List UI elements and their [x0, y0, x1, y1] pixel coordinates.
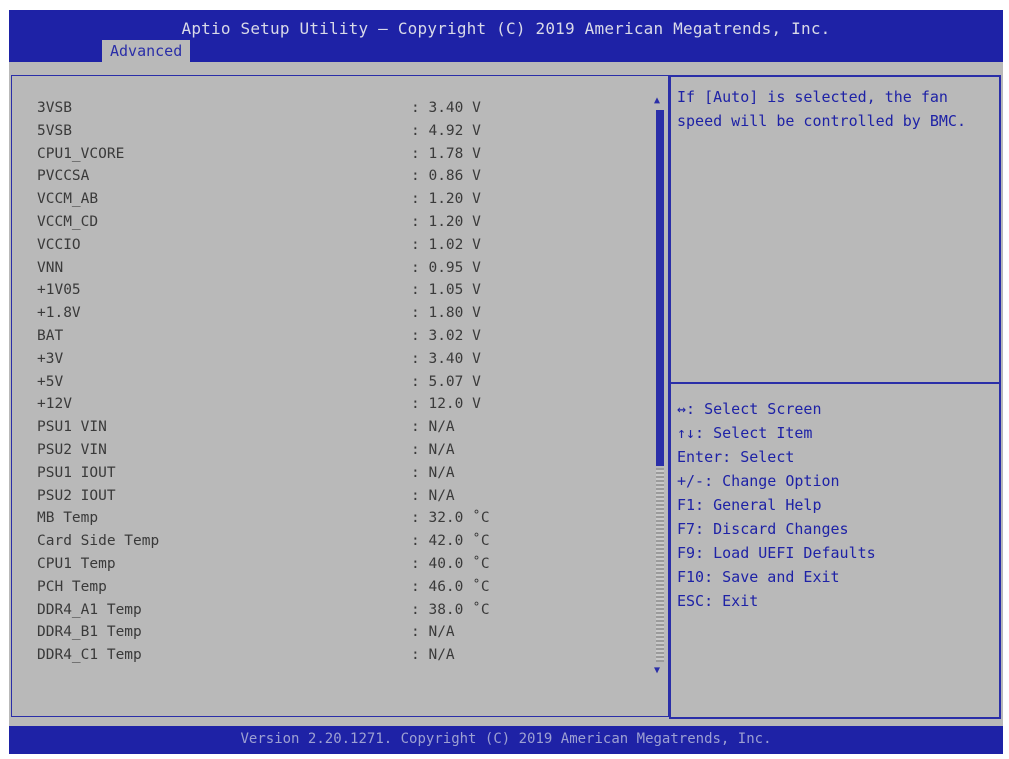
sensor-value: : 5.07 V [411, 373, 481, 390]
sensor-value: : 32.0 ˚C [411, 510, 490, 527]
app-title: Aptio Setup Utility – Copyright (C) 2019… [181, 19, 831, 38]
sensor-label: PSU2 VIN [37, 442, 107, 458]
key-esc-exit: ESC: Exit [677, 592, 759, 610]
sensor-label: VCCIO [37, 236, 81, 253]
scroll-track-remaining[interactable] [656, 468, 664, 662]
sensor-value: : 0.95 V [411, 259, 481, 276]
sensor-label: PSU2 IOUT [37, 487, 116, 504]
sensor-label: CPU1_VCORE [37, 145, 125, 162]
sensor-value: : 1.80 V [411, 305, 481, 322]
sensor-value: : 1.02 V [411, 236, 481, 253]
key-legend: ↔: Select Screen ↑↓: Select Item Enter: … [677, 397, 987, 613]
help-divider [671, 382, 999, 384]
key-load-defaults: F9: Load UEFI Defaults [677, 544, 876, 562]
sensor-label: VNN [37, 259, 64, 276]
sensor-value: : 1.78 V [411, 145, 481, 162]
sensor-value: : 46.0 ˚C [411, 578, 490, 595]
footer-bar: Version 2.20.1271. Copyright (C) 2019 Am… [9, 726, 1003, 754]
sensor-value: : 12.0 V [411, 396, 481, 413]
sensor-label: DDR4_C1 Temp [37, 647, 142, 664]
sensor-label: CPU1 Temp [37, 556, 116, 572]
sensor-value: : 0.86 V [411, 168, 481, 185]
key-discard-changes: F7: Discard Changes [677, 520, 849, 538]
scroll-up-arrow-icon[interactable]: ▲ [654, 96, 660, 106]
sensor-label: VCCM_CD [37, 214, 99, 230]
key-select-screen: ↔: Select Screen [677, 400, 822, 418]
sensor-label: +1V05 [37, 282, 81, 299]
sensor-value: : 42.0 ˚C [411, 533, 490, 550]
sensor-value: : 3.02 V [411, 328, 481, 344]
sensor-label: +1.8V [37, 305, 81, 322]
sensor-value: : 3.40 V [411, 350, 481, 367]
sensor-label: MB Temp [37, 510, 99, 527]
scroll-thumb[interactable] [656, 110, 664, 466]
key-save-exit: F10: Save and Exit [677, 568, 840, 586]
key-enter-select: Enter: Select [677, 448, 795, 466]
sensor-label: DDR4_B1 Temp [37, 624, 142, 641]
sensor-label: +3V [37, 350, 64, 367]
sensor-label: DDR4_A1 Temp [37, 601, 142, 618]
sensor-value: : N/A [411, 464, 455, 481]
version-text: Version 2.20.1271. Copyright (C) 2019 Am… [240, 731, 772, 747]
sensor-value: : N/A [411, 442, 455, 458]
sensor-value: : 1.20 V [411, 191, 481, 208]
sensor-value: : N/A [411, 647, 455, 664]
help-panel: If [Auto] is selected, the fan speed wil… [669, 75, 1001, 719]
sensor-value: : N/A [411, 419, 455, 436]
key-general-help: F1: General Help [677, 496, 822, 514]
sensor-label: 3VSB [37, 100, 72, 116]
title-bar: Aptio Setup Utility – Copyright (C) 2019… [9, 10, 1003, 62]
sensor-label: PSU1 VIN [37, 419, 107, 436]
sensor-value: : 4.92 V [411, 122, 481, 139]
sensor-value: : 3.40 V [411, 100, 481, 116]
hardware-monitor-list: 3VSB : 3.40 V 5VSB : 4.92 V CPU1_VCORE : 1.78… [11, 75, 669, 717]
sensor-label: PSU1 IOUT [37, 464, 116, 481]
main-area: 3VSB : 3.40 V 5VSB : 4.92 V CPU1_VCORE : 1.78… [9, 62, 1003, 726]
tab-advanced[interactable]: Advanced [102, 40, 191, 62]
sensor-value: : N/A [411, 487, 455, 504]
sensor-value: : 38.0 ˚C [411, 601, 490, 618]
sensor-label: 5VSB [37, 122, 72, 139]
sensor-label: BAT [37, 328, 64, 344]
scroll-down-arrow-icon[interactable]: ▼ [654, 666, 660, 676]
sensor-label: +12V [37, 396, 72, 413]
sensor-label: PVCCSA [37, 168, 90, 185]
help-text: If [Auto] is selected, the fan speed wil… [677, 88, 966, 130]
sensor-label: VCCM_AB [37, 191, 99, 208]
sensor-value: : 1.05 V [411, 282, 481, 299]
sensor-label: PCH Temp [37, 578, 107, 595]
key-change-option: +/-: Change Option [677, 472, 840, 490]
sensor-value: : N/A [411, 624, 455, 641]
sensor-value: : 40.0 ˚C [411, 556, 490, 572]
sensor-label: +5V [37, 373, 64, 390]
sensor-value: : 1.20 V [411, 214, 481, 230]
key-select-item: ↑↓: Select Item [677, 424, 813, 442]
sensor-label: Card Side Temp [37, 533, 160, 550]
scrollbar[interactable]: ▲ ▼ [654, 96, 664, 676]
